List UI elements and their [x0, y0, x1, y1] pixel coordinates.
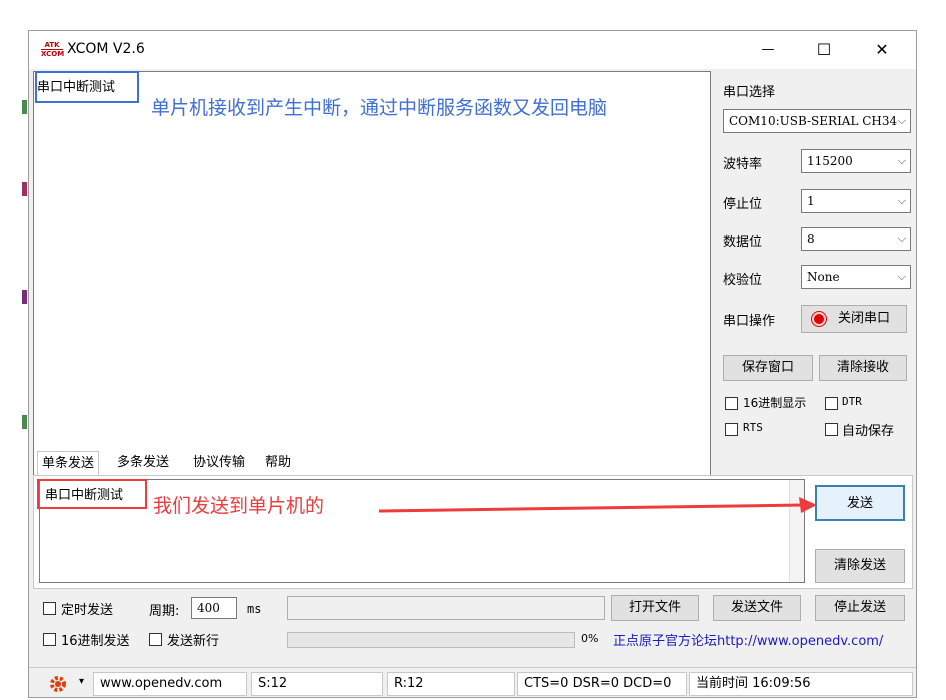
chevron-down-icon[interactable]: ▾ [79, 676, 84, 687]
clear-receive-button[interactable]: 清除接收 [819, 355, 907, 381]
hex-send-label: 16进制发送 [61, 634, 130, 649]
chevron-down-icon: ⌵ [897, 154, 906, 167]
hex-send-checkbox[interactable] [43, 633, 56, 646]
file-path-input[interactable] [287, 596, 605, 620]
receive-annotation: 单片机接收到产生中断，通过中断服务函数又发回电脑 [151, 97, 608, 119]
hex-display-label: 16进制显示 [743, 396, 807, 410]
status-line-signals: CTS=0 DSR=0 DCD=0 [517, 672, 687, 696]
clear-send-button[interactable]: 清除发送 [815, 549, 905, 583]
baud-select[interactable]: 115200 ⌵ [801, 149, 911, 173]
hex-display-checkbox[interactable] [725, 397, 738, 410]
port-operation-label: 串口操作 [723, 314, 776, 329]
port-select-label: 串口选择 [723, 85, 776, 100]
send-file-button[interactable]: 发送文件 [713, 595, 801, 621]
send-text: 串口中断测试 [45, 488, 124, 503]
status-sent-count: S:12 [251, 672, 383, 696]
minimize-button[interactable]: — [745, 31, 791, 69]
send-annotation: 我们发送到单片机的 [153, 495, 325, 517]
rts-label: RTS [743, 421, 763, 434]
chevron-down-icon: ⌵ [897, 232, 906, 245]
send-button[interactable]: 发送 [815, 485, 905, 521]
chevron-down-icon: ⌵ [897, 194, 906, 207]
parity-label: 校验位 [723, 273, 763, 288]
tab-protocol[interactable]: 协议传输 [189, 451, 249, 475]
xcom-window: ATK XCOM XCOM V2.6 — ☐ ✕ 串口中断测试 单片机接收到产生中… [28, 30, 917, 698]
app-logo-icon: ATK XCOM [41, 41, 65, 58]
chevron-down-icon: ⌵ [897, 114, 906, 127]
status-bar: ▾ www.openedv.com S:12 R:12 CTS=0 DSR=0 … [29, 667, 916, 697]
background-fragment [22, 100, 27, 114]
tab-multi-send[interactable]: 多条发送 [113, 451, 173, 475]
stop-bit-select[interactable]: 1 ⌵ [801, 189, 911, 213]
rts-checkbox[interactable] [725, 423, 738, 436]
tab-help[interactable]: 帮助 [261, 451, 295, 475]
port-status-led-icon [812, 312, 826, 326]
background-fragment [22, 290, 27, 304]
parity-select[interactable]: None ⌵ [801, 265, 911, 289]
auto-save-checkbox[interactable] [825, 423, 838, 436]
save-window-button[interactable]: 保存窗口 [723, 355, 813, 381]
status-url: www.openedv.com [93, 672, 247, 696]
send-newline-checkbox[interactable] [149, 633, 162, 646]
stop-send-button[interactable]: 停止发送 [815, 595, 905, 621]
data-bit-select[interactable]: 8 ⌵ [801, 227, 911, 251]
dtr-checkbox[interactable] [825, 397, 838, 410]
annotation-arrow-icon [379, 497, 817, 513]
forum-link[interactable]: 正点原子官方论坛http://www.openedv.com/ [613, 630, 883, 649]
baud-label: 波特率 [723, 157, 763, 172]
data-bit-label: 数据位 [723, 235, 763, 250]
period-input[interactable]: 400 [191, 597, 237, 619]
tab-single-send[interactable]: 单条发送 [37, 451, 100, 475]
timed-send-label: 定时发送 [61, 603, 114, 618]
timed-send-checkbox[interactable] [43, 602, 56, 615]
close-button[interactable]: ✕ [859, 31, 905, 69]
receive-text-area[interactable] [33, 71, 711, 479]
ms-label: ms [247, 602, 262, 616]
send-progress-bar [287, 632, 575, 648]
status-received-count: R:12 [387, 672, 515, 696]
port-select[interactable]: COM10:USB-SERIAL CH34 ⌵ [723, 109, 911, 133]
close-port-button[interactable]: 关闭串口 [801, 305, 907, 333]
window-title: XCOM V2.6 [67, 41, 145, 57]
open-file-button[interactable]: 打开文件 [611, 595, 699, 621]
stop-bit-label: 停止位 [723, 197, 763, 212]
background-fragment [22, 415, 27, 429]
gear-icon[interactable] [49, 675, 67, 693]
send-progress-value: 0% [581, 632, 599, 645]
chevron-down-icon: ⌵ [897, 270, 906, 283]
received-text: 串口中断测试 [37, 80, 116, 95]
background-fragment [22, 182, 27, 196]
status-current-time: 当前时间 16:09:56 [689, 672, 913, 696]
maximize-button[interactable]: ☐ [801, 31, 847, 69]
auto-save-label: 自动保存 [842, 424, 895, 439]
period-label: 周期: [149, 604, 180, 619]
title-bar: ATK XCOM XCOM V2.6 — ☐ ✕ [29, 31, 916, 69]
send-newline-label: 发送新行 [167, 634, 220, 649]
dtr-label: DTR [842, 395, 862, 408]
